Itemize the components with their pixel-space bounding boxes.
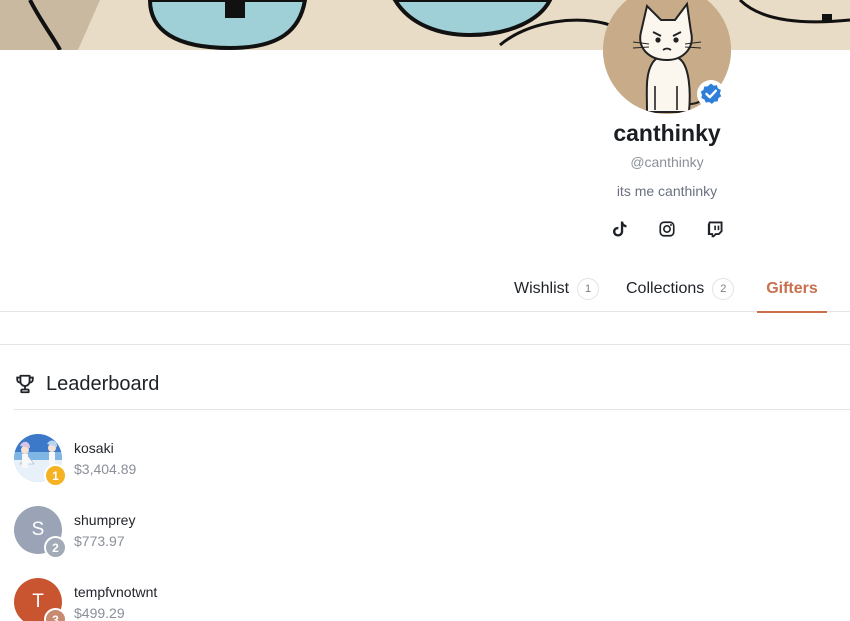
- verified-badge: [697, 80, 725, 108]
- instagram-icon: [659, 221, 675, 237]
- gifter-amount: $773.97: [74, 533, 125, 549]
- twitch-link[interactable]: [705, 219, 725, 239]
- tiktok-link[interactable]: [609, 219, 629, 239]
- leaderboard-header: Leaderboard: [14, 372, 159, 396]
- rank-badge: 3: [44, 608, 67, 621]
- tab-gifters[interactable]: Gifters: [757, 265, 827, 313]
- profile-bio: its me canthinky: [616, 183, 718, 199]
- leaderboard-divider: [14, 409, 850, 410]
- profile-handle: @canthinky: [630, 154, 704, 170]
- gifter-name[interactable]: tempfvnotwnt: [74, 584, 157, 600]
- tab-wishlist-label: Wishlist: [514, 279, 570, 297]
- tab-gifters-label: Gifters: [766, 279, 818, 297]
- profile-avatar-wrapper: [603, 0, 731, 114]
- rank-badge: 2: [44, 536, 67, 559]
- gifter-name[interactable]: shumprey: [74, 512, 135, 528]
- tiktok-icon: [613, 221, 627, 237]
- verified-check-icon: [700, 83, 722, 104]
- gifter-amount: $499.29: [74, 605, 125, 621]
- tab-collections-count: 2: [712, 277, 735, 300]
- section-divider: [0, 344, 850, 345]
- profile-tabs: Wishlist 1 Collections 2 Gifters: [0, 265, 850, 313]
- leaderboard-title: Leaderboard: [46, 372, 160, 395]
- instagram-link[interactable]: [657, 219, 677, 239]
- rank-badge: 1: [44, 464, 67, 487]
- tab-wishlist[interactable]: Wishlist 1: [514, 265, 600, 312]
- profile-display-name: canthinky: [613, 120, 721, 146]
- tab-collections[interactable]: Collections 2: [626, 265, 735, 312]
- trophy-icon: [16, 374, 34, 394]
- gifter-amount: $3,404.89: [74, 461, 137, 477]
- leaderboard-row[interactable]: T 3 tempfvnotwnt $499.29: [14, 578, 414, 621]
- tab-collections-label: Collections: [626, 279, 705, 297]
- gifter-name[interactable]: kosaki: [74, 440, 114, 456]
- leaderboard-row[interactable]: 1 kosaki $3,404.89: [14, 434, 414, 494]
- tab-wishlist-count: 1: [577, 277, 600, 300]
- twitch-icon: [707, 221, 723, 238]
- leaderboard-row[interactable]: S 2 shumprey $773.97: [14, 506, 414, 566]
